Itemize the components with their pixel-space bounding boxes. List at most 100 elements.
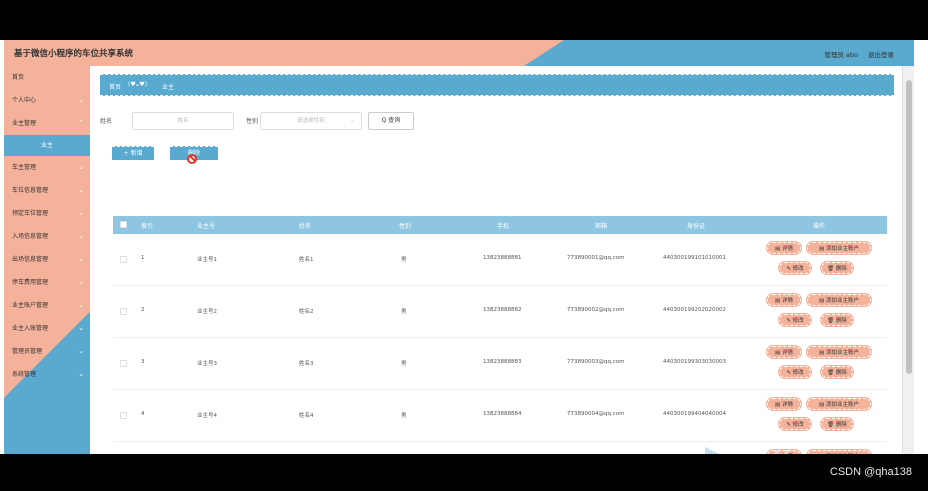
chevron-down-icon: ⌄: [349, 117, 355, 124]
sidebar-item-label: 业主管理: [12, 120, 37, 127]
sidebar-item-admin-management[interactable]: 管理员管理 ⌄: [4, 340, 90, 363]
detail-label: 详情: [781, 298, 793, 304]
row-checkbox[interactable]: [120, 308, 127, 315]
sidebar-item-entry-info[interactable]: 入场信息管理 ⌄: [4, 225, 90, 248]
sidebar-item-reservations[interactable]: 预定车位管理 ⌄: [4, 202, 90, 225]
gender-select-placeholder: 请选择性别: [297, 118, 325, 124]
delete-label: 删除: [835, 370, 847, 376]
sidebar-item-system-management[interactable]: 系统管理 ⌄: [4, 363, 90, 386]
select-all-checkbox[interactable]: [120, 221, 127, 228]
delete-button[interactable]: 🗑 删除: [821, 366, 853, 378]
sidebar-item-car-owner-management[interactable]: 车主管理 ⌄: [4, 156, 90, 179]
sidebar-item-label: 车位信息管理: [12, 187, 49, 194]
row-owner-no: 业主号4: [197, 413, 217, 419]
detail-button[interactable]: ▤ 详情: [767, 242, 801, 254]
row-checkbox[interactable]: [120, 360, 127, 367]
row-id-card: 440300199202020002: [663, 307, 726, 313]
row-index: 3: [141, 359, 145, 365]
gender-select[interactable]: 请选择性别 ⌄: [260, 112, 362, 130]
chevron-down-icon: ⌄: [78, 347, 84, 355]
row-checkbox[interactable]: [120, 256, 127, 263]
sidebar-item-owner-accounts[interactable]: 业主账户管理 ⌄: [4, 294, 90, 317]
app-window: 基于微信小程序的车位共享系统 管理员 abo 退出登录 首页 个人中心 ⌄ 业主管…: [4, 40, 914, 454]
delete-button[interactable]: 🗑 删除: [821, 418, 853, 430]
delete-button[interactable]: 🗑 删除: [821, 314, 853, 326]
video-watermark-logo: V: [774, 446, 789, 454]
add-account-button[interactable]: ▤ 添加业主账户: [807, 398, 871, 410]
chevron-up-icon: ⌃: [78, 119, 84, 127]
sidebar-item-personal-center[interactable]: 个人中心 ⌄: [4, 89, 90, 112]
delete-label: 删除: [835, 318, 847, 324]
row-name: 姓名2: [299, 309, 314, 315]
col-phone: 手机: [497, 223, 510, 230]
query-button[interactable]: Q 查询: [368, 112, 414, 130]
sidebar-item-label: 首页: [12, 74, 25, 81]
table-header: 索引 业主号 姓名 性别 手机 邮箱 身份证 操作: [113, 216, 887, 234]
sidebar-item-label: 入场信息管理: [12, 233, 49, 240]
table-row: 2 业主号2 姓名2 男 13823888882 773890002@qq.com 4403…: [113, 286, 887, 338]
row-id-card: 440300199303030003: [663, 359, 726, 365]
table-row: 3 业主号3 姓名3 男 13823888883 773890003@qq.com 4403…: [113, 338, 887, 390]
sidebar-item-home[interactable]: 首页: [4, 66, 90, 89]
add-account-button[interactable]: ▤ 添加业主账户: [807, 242, 871, 254]
breadcrumb-home[interactable]: 首页: [109, 82, 121, 91]
video-black-bar-top: [0, 0, 928, 40]
detail-label: 详情: [781, 402, 793, 408]
col-index: 索引: [141, 223, 154, 230]
chevron-down-icon: ⌄: [78, 209, 84, 217]
add-button[interactable]: + 新增: [112, 146, 154, 160]
sidebar-item-label: 停车费用管理: [12, 279, 49, 286]
scrollbar-thumb[interactable]: [906, 80, 912, 374]
sidebar-item-label: 车主管理: [12, 164, 37, 171]
edit-label: 修改: [792, 370, 804, 376]
chevron-down-icon: ⌄: [78, 324, 84, 332]
detail-label: 详情: [781, 350, 793, 356]
row-checkbox[interactable]: [120, 412, 127, 419]
row-email: 773890004@qq.com: [567, 411, 625, 417]
main-content: 首页 (♥ᴗ♥) 业主 姓名 姓名 性别 请选择性别 ⌄ Q 查询 + 新增 删…: [90, 66, 902, 454]
search-bar: 姓名 姓名 性别 请选择性别 ⌄ Q 查询: [100, 112, 800, 130]
chevron-down-icon: ⌄: [78, 96, 84, 104]
add-account-label: 添加业主账户: [825, 402, 859, 408]
edit-button[interactable]: ✎ 修改: [779, 314, 811, 326]
sidebar-item-owner-income[interactable]: 业主入账管理 ⌄: [4, 317, 90, 340]
delete-button[interactable]: 🗑 删除: [821, 262, 853, 274]
sidebar-item-owner-management[interactable]: 业主管理 ⌃: [4, 112, 90, 135]
row-name: 姓名1: [299, 257, 314, 263]
detail-button[interactable]: ▤ 详情: [767, 346, 801, 358]
col-owner-no: 业主号: [197, 223, 216, 230]
breadcrumb-heart-icon: (♥ᴗ♥): [128, 81, 148, 88]
add-account-label: 添加业主账户: [825, 350, 859, 356]
sidebar-subitem-owner[interactable]: 业主: [4, 135, 90, 156]
csdn-watermark: CSDN @qha138: [829, 466, 912, 478]
sidebar-item-parking-fees[interactable]: 停车费用管理 ⌄: [4, 271, 90, 294]
action-bar: + 新增 删除: [112, 146, 312, 166]
sidebar-item-parking-info[interactable]: 车位信息管理 ⌄: [4, 179, 90, 202]
row-name: 姓名3: [299, 361, 314, 367]
sidebar-item-exit-info[interactable]: 出场信息管理 ⌄: [4, 248, 90, 271]
sidebar-item-label: 个人中心: [12, 97, 37, 104]
name-search-input[interactable]: 姓名: [132, 112, 234, 130]
row-phone: 13823888883: [483, 359, 522, 365]
vertical-scrollbar[interactable]: [902, 66, 914, 454]
sidebar-item-label: 业主入账管理: [12, 325, 49, 332]
edit-button[interactable]: ✎ 修改: [779, 366, 811, 378]
logout-link[interactable]: 退出登录: [868, 49, 894, 59]
detail-button[interactable]: ▤ 详情: [767, 294, 801, 306]
sidebar-item-label: 管理员管理: [12, 348, 43, 355]
sidebar-item-label: 系统管理: [12, 371, 37, 378]
breadcrumb: 首页 (♥ᴗ♥) 业主: [100, 74, 894, 96]
sidebar-menu: 首页 个人中心 ⌄ 业主管理 ⌃ 业主 车主管理 ⌄ 车位信息管理 ⌄ 预定车位管理 ⌄ …: [4, 66, 90, 454]
row-name: 姓名4: [299, 413, 314, 419]
add-account-label: 添加业主账户: [825, 298, 859, 304]
sidebar-item-label: 业主账户管理: [12, 302, 49, 309]
edit-button[interactable]: ✎ 修改: [779, 418, 811, 430]
detail-button[interactable]: ▤ 详情: [767, 398, 801, 410]
current-user: 管理员 abo: [824, 51, 858, 59]
detail-label: 详情: [781, 246, 793, 252]
edit-button[interactable]: ✎ 修改: [779, 262, 811, 274]
col-email: 邮箱: [595, 223, 608, 230]
col-id-card: 身份证: [687, 223, 706, 230]
add-account-button[interactable]: ▤ 添加业主账户: [807, 346, 871, 358]
add-account-button[interactable]: ▤ 添加业主账户: [807, 294, 871, 306]
